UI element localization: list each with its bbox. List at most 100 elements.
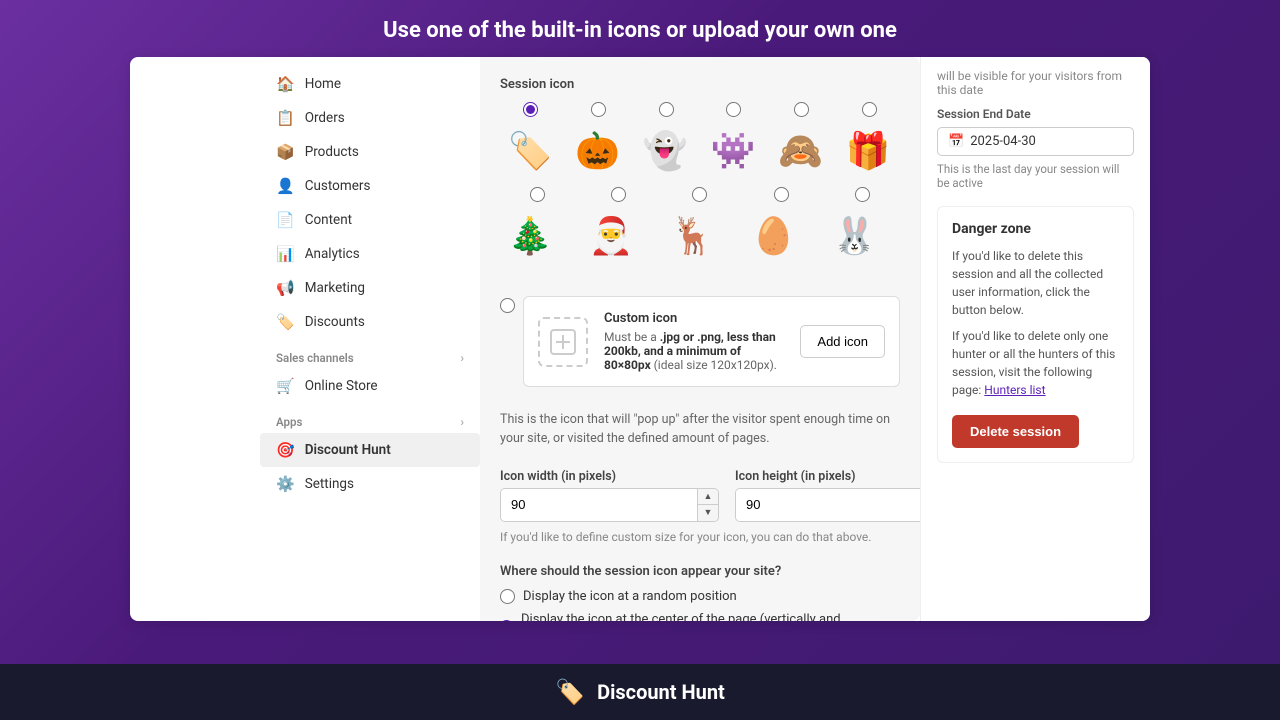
radio-pumpkin[interactable]	[591, 102, 606, 117]
discounts-icon: 🏷️	[276, 313, 295, 331]
sidebar-label-analytics: Analytics	[305, 246, 360, 262]
sidebar-label-marketing: Marketing	[305, 280, 365, 296]
width-increment-btn[interactable]: ▲	[698, 489, 718, 505]
icon-monkey: 🙈	[771, 121, 831, 181]
icon-description: This is the icon that will "pop up" afte…	[500, 411, 900, 449]
icon-row2-radios	[500, 187, 900, 202]
products-icon: 📦	[276, 143, 295, 161]
sales-channels-section: Sales channels ›	[260, 339, 480, 369]
custom-icon-section: Custom icon Must be a .jpg or .png, less…	[523, 296, 900, 387]
custom-icon-placeholder	[538, 317, 588, 367]
radio-santa[interactable]	[611, 187, 626, 202]
chevron-icon: ›	[460, 351, 464, 365]
radio-monkey[interactable]	[794, 102, 809, 117]
end-date-field[interactable]: 📅 2025-04-30	[937, 127, 1134, 156]
delete-session-button[interactable]: Delete session	[952, 415, 1079, 448]
height-input-group: Icon height (in pixels) ▲ ▼	[735, 469, 920, 522]
sidebar-item-orders[interactable]: 📋 Orders	[260, 101, 480, 135]
position-option-random: Display the icon at a random position	[500, 589, 900, 604]
add-icon-button[interactable]: Add icon	[800, 325, 885, 358]
home-icon: 🏠	[276, 75, 295, 93]
icon-pumpkin: 🎃	[568, 121, 628, 181]
icon-row1-icons: 🏷️ 🎃 👻 👾 🙈 🎁	[500, 121, 900, 181]
marketing-icon: 📢	[276, 279, 295, 297]
session-icon-label: Session icon	[500, 77, 900, 92]
sidebar-item-products[interactable]: 📦 Products	[260, 135, 480, 169]
sidebar-label-customers: Customers	[305, 178, 371, 194]
bottom-footer: 🏷️ Discount Hunt	[0, 664, 1280, 720]
sidebar-item-marketing[interactable]: 📢 Marketing	[260, 271, 480, 305]
radio-gift[interactable]	[862, 102, 877, 117]
apps-chevron-icon: ›	[460, 415, 464, 429]
sidebar-label-content: Content	[305, 212, 352, 228]
radio-discount[interactable]	[523, 102, 538, 117]
settings-icon: ⚙️	[276, 475, 295, 493]
custom-icon-text: Custom icon Must be a .jpg or .png, less…	[604, 311, 784, 372]
width-input-group: Icon width (in pixels) ▲ ▼	[500, 469, 719, 522]
radio-bunny[interactable]	[855, 187, 870, 202]
radio-custom[interactable]	[500, 298, 515, 313]
position-label-random: Display the icon at a random position	[523, 589, 737, 604]
sidebar-item-settings[interactable]: ⚙️ Settings	[260, 467, 480, 501]
width-label: Icon width (in pixels)	[500, 469, 719, 484]
icon-ghost: 👻	[635, 121, 695, 181]
sidebar-label-home: Home	[305, 76, 341, 92]
sidebar-label-discounts: Discounts	[305, 314, 365, 330]
sidebar-item-discounts[interactable]: 🏷️ Discounts	[260, 305, 480, 339]
radio-position-random[interactable]	[500, 589, 515, 604]
sidebar-item-analytics[interactable]: 📊 Analytics	[260, 237, 480, 271]
custom-icon-desc: Must be a .jpg or .png, less than 200kb,…	[604, 330, 784, 372]
width-spinner: ▲ ▼	[500, 488, 719, 522]
width-input[interactable]	[501, 489, 697, 521]
height-label: Icon height (in pixels)	[735, 469, 920, 484]
radio-reindeer[interactable]	[692, 187, 707, 202]
icon-santa: 🎅	[581, 206, 641, 266]
customers-icon: 👤	[276, 177, 295, 195]
danger-zone-para2: If you'd like to delete only one hunter …	[952, 327, 1119, 399]
position-question: Where should the session icon appear you…	[500, 564, 900, 579]
danger-zone: Danger zone If you'd like to delete this…	[937, 206, 1134, 463]
discount-hunt-icon: 🎯	[276, 441, 295, 459]
radio-ornament[interactable]	[530, 187, 545, 202]
sidebar-label-orders: Orders	[305, 110, 345, 126]
icon-monster: 👾	[703, 121, 763, 181]
content-area: Session icon 🏷️ 🎃 👻 👾 🙈	[480, 57, 920, 621]
footer-icon: 🏷️	[555, 678, 585, 706]
icon-egg: 🥚	[744, 206, 804, 266]
end-date-label: Session End Date	[937, 107, 1134, 121]
icon-row2-icons: 🎄 🎅 🦌 🥚 🐰	[500, 206, 900, 266]
danger-zone-title: Danger zone	[952, 221, 1119, 237]
header-title: Use one of the built-in icons or upload …	[383, 18, 897, 43]
radio-position-center[interactable]	[500, 619, 513, 621]
sidebar-item-home[interactable]: 🏠 Home	[260, 67, 480, 101]
sidebar: 🏠 Home 📋 Orders 📦 Products 👤 Customers 📄…	[260, 57, 480, 621]
analytics-icon: 📊	[276, 245, 295, 263]
radio-egg[interactable]	[774, 187, 789, 202]
radio-monster[interactable]	[726, 102, 741, 117]
size-inputs-row: Icon width (in pixels) ▲ ▼ Icon height (…	[500, 469, 900, 522]
main-card: 🏠 Home 📋 Orders 📦 Products 👤 Customers 📄…	[130, 57, 1150, 621]
online-store-icon: 🛒	[276, 377, 295, 395]
height-input[interactable]	[736, 489, 920, 521]
page-header: Use one of the built-in icons or upload …	[0, 0, 1280, 57]
danger-zone-para1: If you'd like to delete this session and…	[952, 247, 1119, 319]
content-icon: 📄	[276, 211, 295, 229]
footer-label: Discount Hunt	[597, 680, 725, 704]
height-spinner: ▲ ▼	[735, 488, 920, 522]
sidebar-item-customers[interactable]: 👤 Customers	[260, 169, 480, 203]
icon-gift: 🎁	[838, 121, 898, 181]
calendar-icon: 📅	[948, 134, 964, 149]
icon-reindeer: 🦌	[662, 206, 722, 266]
sidebar-item-content[interactable]: 📄 Content	[260, 203, 480, 237]
sidebar-item-online-store[interactable]: 🛒 Online Store	[260, 369, 480, 403]
hunters-list-link[interactable]: Hunters list	[984, 383, 1045, 397]
custom-icon-title: Custom icon	[604, 311, 784, 326]
end-date-description: This is the last day your session will b…	[937, 162, 1134, 190]
radio-ghost[interactable]	[659, 102, 674, 117]
icon-bunny: 🐰	[825, 206, 885, 266]
size-hint: If you'd like to define custom size for …	[500, 530, 900, 544]
position-section: Where should the session icon appear you…	[500, 564, 900, 622]
sidebar-label-discount-hunt: Discount Hunt	[305, 442, 391, 458]
sidebar-item-discount-hunt[interactable]: 🎯 Discount Hunt	[260, 433, 480, 467]
width-decrement-btn[interactable]: ▼	[698, 505, 718, 521]
